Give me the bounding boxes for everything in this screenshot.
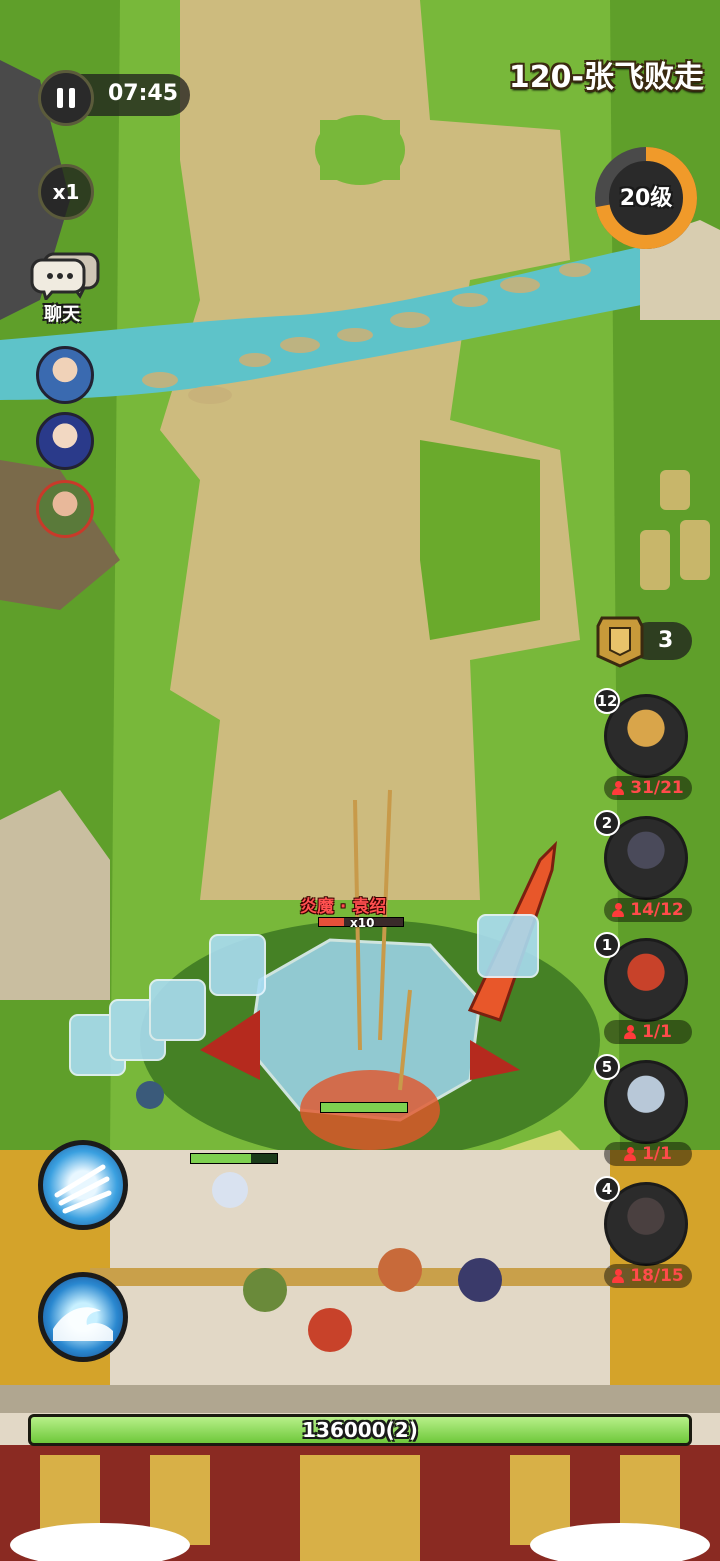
skill-button-wave[interactable] — [38, 1272, 128, 1362]
unit-level: 1 — [594, 932, 620, 958]
pause-icon — [57, 88, 75, 108]
unit-health-bar — [190, 1153, 278, 1164]
stage-title: 120-张飞败走 — [508, 60, 704, 95]
unit-count: 14/12 — [604, 898, 692, 922]
unit-level: 5 — [594, 1054, 620, 1080]
base-health-text: 136000(2) — [302, 1418, 418, 1442]
person-icon — [624, 1025, 637, 1039]
unit-level: 12 — [594, 688, 620, 714]
unit-level: 4 — [594, 1176, 620, 1202]
boss-multiplier: x10 — [350, 916, 375, 930]
base-health-bar: 136000(2) — [28, 1414, 692, 1446]
person-icon — [612, 781, 625, 795]
chat-button[interactable]: 聊天 — [30, 248, 102, 326]
boss-name: 炎魔 · 袁绍 — [300, 897, 387, 917]
command-token[interactable]: 3 — [594, 612, 694, 668]
command-token-icon — [596, 616, 644, 668]
speed-button[interactable]: x1 — [38, 164, 94, 220]
unit-count: 1/1 — [604, 1142, 692, 1166]
ice-spikes-skill-icon — [54, 1164, 112, 1214]
speed-label: x1 — [52, 180, 80, 204]
person-icon — [612, 903, 625, 917]
hero-portrait-3[interactable] — [36, 480, 94, 538]
timer-text: 07:45 — [108, 81, 179, 106]
unit-count: 18/15 — [604, 1264, 692, 1288]
level-text: 20级 — [619, 186, 673, 211]
hero-portrait-1[interactable] — [36, 346, 94, 404]
unit-health-bar — [320, 1102, 408, 1113]
unit-count: 1/1 — [604, 1020, 692, 1044]
chat-bubble-icon — [30, 252, 100, 303]
person-icon — [612, 1269, 625, 1283]
unit-level: 2 — [594, 810, 620, 836]
token-count: 3 — [658, 628, 674, 653]
unit-count: 31/21 — [604, 776, 692, 800]
level-ring: 20级 — [594, 146, 698, 250]
pause-button[interactable] — [38, 70, 94, 126]
wave-skill-icon — [53, 1307, 113, 1341]
chat-label: 聊天 — [44, 304, 80, 325]
skill-button-ice[interactable] — [38, 1140, 128, 1230]
person-icon — [624, 1147, 637, 1161]
hero-portrait-2[interactable] — [36, 412, 94, 470]
